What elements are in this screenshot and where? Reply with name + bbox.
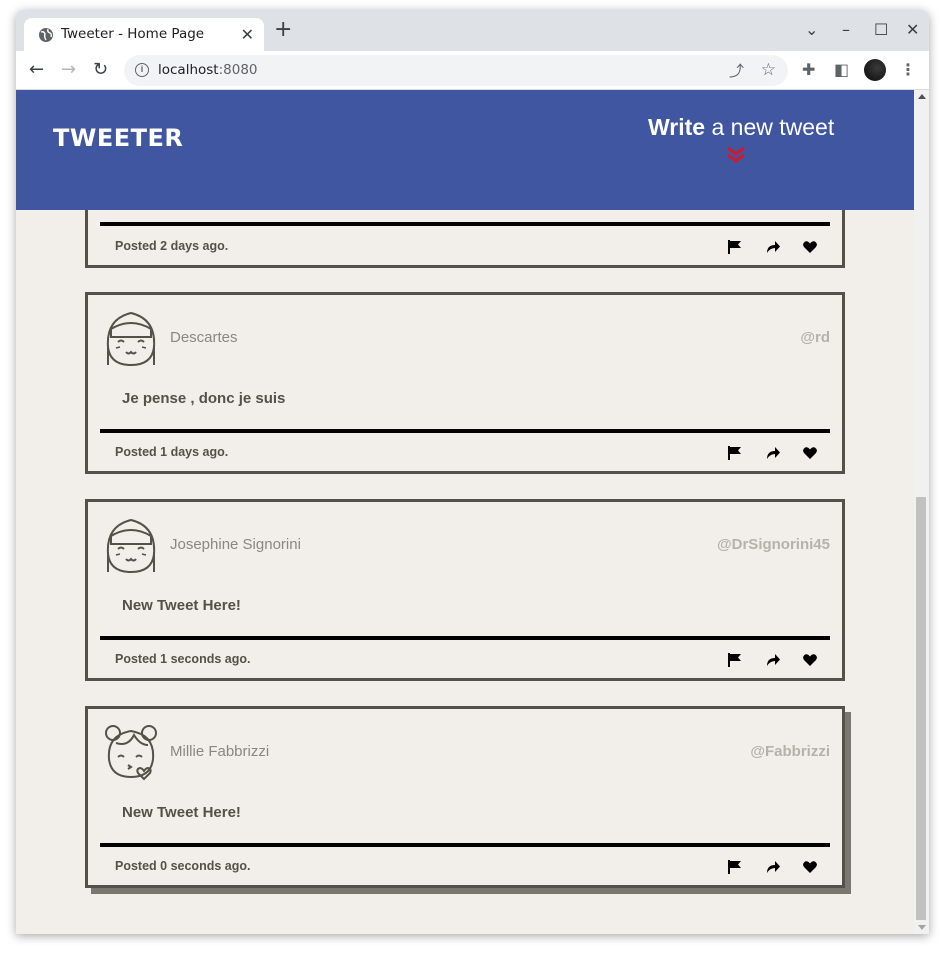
heart-icon[interactable]	[802, 445, 818, 461]
browser-window: Tweeter - Home Page ✕ + ⌄ – ☐ ✕ ← → ↻ i …	[16, 10, 929, 934]
site-info-icon[interactable]: i	[135, 63, 149, 77]
tweet-posted-time: Posted 1 days ago.	[115, 445, 229, 459]
scroll-up-arrow-icon[interactable]	[918, 94, 926, 99]
tab-search-chevron-icon[interactable]: ⌄	[805, 20, 818, 39]
tab-title: Tweeter - Home Page	[61, 26, 205, 42]
url-text: localhost:8080	[158, 62, 258, 78]
flag-icon[interactable]	[727, 652, 743, 668]
tweet-author-name: Descartes	[170, 329, 238, 346]
forward-icon[interactable]: →	[61, 59, 76, 80]
tweet-author-handle: @DrSignorini45	[717, 536, 830, 553]
tab-strip: Tweeter - Home Page ✕ + ⌄ – ☐ ✕	[16, 10, 929, 51]
tab-close-icon[interactable]: ✕	[241, 25, 254, 44]
tweet-posted-time: Posted 1 seconds ago.	[115, 652, 251, 666]
tweet-divider	[100, 429, 830, 433]
tweet-card: Josephine Signorini @DrSignorini45 New T…	[85, 499, 845, 681]
back-icon[interactable]: ←	[29, 59, 44, 80]
scrollbar-thumb[interactable]	[916, 497, 926, 920]
avatar[interactable]	[102, 307, 160, 369]
menu-kebab-icon[interactable]: ⋮	[900, 60, 916, 79]
new-tab-button[interactable]: +	[274, 19, 292, 41]
compose-bold: Write	[648, 114, 706, 140]
minimize-icon[interactable]: –	[842, 20, 850, 39]
url-port: :8080	[218, 62, 258, 78]
retweet-icon[interactable]	[765, 239, 781, 255]
reload-icon[interactable]: ↻	[93, 59, 108, 80]
compose-rest: a new tweet	[705, 114, 835, 140]
retweet-icon[interactable]	[765, 445, 781, 461]
tweet-actions	[710, 858, 818, 876]
bookmark-star-icon[interactable]: ☆	[761, 60, 776, 80]
avatar[interactable]	[102, 514, 160, 576]
double-chevron-down-icon[interactable]	[726, 146, 746, 164]
close-window-icon[interactable]: ✕	[906, 20, 919, 39]
page-scrollbar[interactable]	[914, 90, 929, 934]
tweet-author-handle: @Fabbrizzi	[750, 743, 830, 760]
tweet-divider	[100, 636, 830, 640]
page-viewport: TWEETER Write a new tweet Posted 2 days …	[16, 90, 914, 934]
tweet-actions	[710, 238, 818, 256]
retweet-icon[interactable]	[765, 859, 781, 875]
heart-icon[interactable]	[802, 859, 818, 875]
retweet-icon[interactable]	[765, 652, 781, 668]
write-new-tweet-button[interactable]: Write a new tweet	[648, 114, 834, 141]
tweet-card: Descartes @rd Je pense , donc je suis Po…	[85, 292, 845, 474]
heart-icon[interactable]	[802, 239, 818, 255]
browser-tab[interactable]: Tweeter - Home Page ✕	[24, 18, 264, 51]
tweet-content: New Tweet Here!	[122, 804, 241, 821]
site-header: TWEETER Write a new tweet	[16, 90, 914, 210]
maximize-icon[interactable]: ☐	[874, 20, 888, 39]
flag-icon[interactable]	[727, 239, 743, 255]
tweet-author-handle: @rd	[800, 329, 830, 346]
tweet-actions	[710, 444, 818, 462]
side-panel-icon[interactable]: ◧	[834, 60, 849, 79]
avatar[interactable]	[102, 721, 160, 783]
flag-icon[interactable]	[727, 859, 743, 875]
tweet-content: Je pense , donc je suis	[122, 390, 286, 407]
tweet-author-name: Josephine Signorini	[170, 536, 301, 553]
tweet-posted-time: Posted 0 seconds ago.	[115, 859, 251, 873]
site-logo[interactable]: TWEETER	[53, 124, 183, 152]
tweet-actions	[710, 651, 818, 669]
url-host: localhost	[158, 62, 219, 78]
heart-icon[interactable]	[802, 652, 818, 668]
globe-icon	[39, 28, 53, 42]
share-icon[interactable]: ⤴	[729, 60, 744, 81]
address-bar[interactable]: i localhost:8080 ⤴ ☆	[124, 55, 788, 86]
tweet-divider	[100, 843, 830, 847]
flag-icon[interactable]	[727, 445, 743, 461]
browser-toolbar: ← → ↻ i localhost:8080 ⤴ ☆ ✚ ◧ ⋮	[16, 51, 929, 90]
tweet-posted-time: Posted 2 days ago.	[115, 239, 229, 253]
tweet-card: Millie Fabbrizzi @Fabbrizzi New Tweet He…	[85, 706, 845, 888]
tweet-content: New Tweet Here!	[122, 597, 241, 614]
tweet-divider	[100, 222, 830, 226]
profile-avatar[interactable]	[864, 59, 886, 81]
extensions-icon[interactable]: ✚	[802, 60, 815, 79]
tweet-author-name: Millie Fabbrizzi	[170, 743, 270, 760]
scroll-down-arrow-icon[interactable]	[918, 925, 926, 930]
